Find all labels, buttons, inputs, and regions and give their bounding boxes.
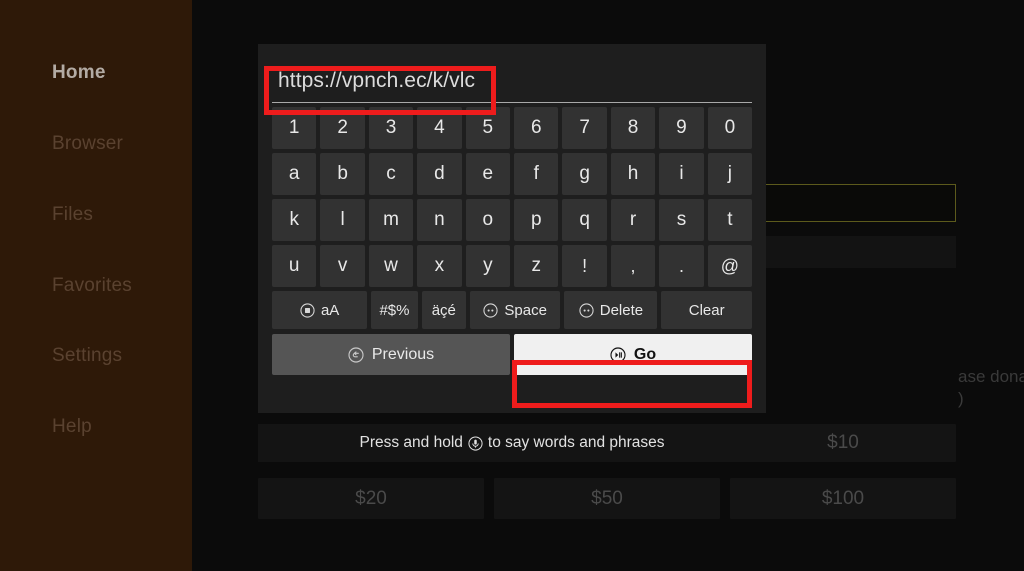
sidebar-item-help[interactable]: Help [0,416,192,438]
onscreen-keyboard-dialog: https://vpnch.ec/k/vlc 1 2 3 4 5 6 7 8 9… [258,44,766,413]
symbols-key-label: #$% [379,301,410,319]
delete-key-label: Delete [599,301,644,319]
key-s[interactable]: s [659,199,704,241]
donation-button[interactable]: $100 [730,478,956,519]
remote-button-icon [579,302,594,318]
key-e[interactable]: e [465,153,511,195]
sidebar-item-settings[interactable]: Settings [0,345,192,367]
delete-key[interactable]: Delete [564,291,658,329]
accents-key[interactable]: äçé [421,291,466,329]
key-m[interactable]: m [368,199,414,241]
key-4[interactable]: 4 [417,107,462,149]
key-u[interactable]: u [272,245,317,287]
key-0[interactable]: 0 [707,107,753,149]
key-n[interactable]: n [417,199,462,241]
key-z[interactable]: z [514,245,559,287]
key-k[interactable]: k [272,199,317,241]
space-key[interactable]: Space [469,291,561,329]
donation-button[interactable]: $50 [494,478,720,519]
key-2[interactable]: 2 [320,107,365,149]
key-comma[interactable]: , [610,245,656,287]
sidebar-item-files[interactable]: Files [0,204,192,226]
key-3[interactable]: 3 [368,107,414,149]
key-g[interactable]: g [562,153,607,195]
key-7[interactable]: 7 [562,107,607,149]
sidebar-nav: Home Browser Files Favorites Settings He… [0,0,192,571]
accents-key-label: äçé [431,301,456,319]
keyboard-row-a-j: a b c d e f g h i j [272,153,753,195]
key-i[interactable]: i [659,153,704,195]
remote-button-icon [483,302,498,318]
key-exclamation[interactable]: ! [562,245,607,287]
key-d[interactable]: d [417,153,462,195]
key-l[interactable]: l [320,199,365,241]
keyboard-row-k-t: k l m n o p q r s t [272,199,753,241]
sidebar-item-favorites[interactable]: Favorites [0,275,192,297]
key-w[interactable]: w [368,245,414,287]
play-pause-circle-icon [610,346,626,363]
clear-key-label: Clear [688,301,725,319]
key-a[interactable]: a [272,153,317,195]
background-url-field[interactable] [760,184,956,222]
voice-hint-text-before: Press and hold [359,434,463,451]
sidebar-item-home[interactable]: Home [0,62,192,84]
previous-button-label: Previous [371,345,435,363]
key-c[interactable]: c [368,153,414,195]
key-h[interactable]: h [610,153,656,195]
url-input-container: https://vpnch.ec/k/vlc [272,61,752,107]
go-button-label: Go [633,345,657,363]
keyboard-row-u-punctuation: u v w x y z ! , . @ [272,245,753,287]
case-toggle-label: aA [320,301,340,319]
donation-button[interactable]: $20 [258,478,484,519]
previous-button[interactable]: Previous [272,334,510,375]
background-note-line-2: ) [958,389,964,408]
clear-key[interactable]: Clear [661,291,752,329]
background-secondary-field[interactable] [760,236,956,268]
key-period[interactable]: . [659,245,704,287]
key-p[interactable]: p [514,199,559,241]
key-1[interactable]: 1 [272,107,317,149]
keyboard-action-row: Previous Go [272,334,752,375]
key-f[interactable]: f [514,153,559,195]
key-v[interactable]: v [320,245,365,287]
url-input[interactable]: https://vpnch.ec/k/vlc [272,61,752,101]
key-6[interactable]: 6 [514,107,559,149]
key-b[interactable]: b [320,153,365,195]
key-o[interactable]: o [465,199,511,241]
key-at-sign[interactable]: @ [707,245,753,287]
key-5[interactable]: 5 [465,107,511,149]
space-key-label: Space [504,301,547,319]
keyboard-layout-icon [300,302,315,318]
sidebar-item-browser[interactable]: Browser [0,133,192,155]
back-arrow-circle-icon [348,346,364,363]
url-input-underline [272,102,752,103]
go-button[interactable]: Go [514,334,752,375]
key-y[interactable]: y [465,245,511,287]
case-toggle-key[interactable]: aA [272,291,368,329]
key-j[interactable]: j [707,153,753,195]
key-9[interactable]: 9 [659,107,704,149]
voice-input-hint: Press and hold to say words and phrases [258,424,766,462]
voice-hint-text-after: to say words and phrases [487,434,665,451]
keyboard-row-digits: 1 2 3 4 5 6 7 8 9 0 [272,107,753,149]
key-q[interactable]: q [562,199,607,241]
key-8[interactable]: 8 [610,107,656,149]
symbols-key[interactable]: #$% [371,291,418,329]
keyboard-function-row: aA #$% äçé Space Delete Clear [272,291,752,329]
key-x[interactable]: x [417,245,462,287]
microphone-icon [468,435,483,451]
key-r[interactable]: r [610,199,656,241]
background-note-line-1: ase donation buttons: [958,367,1024,386]
key-t[interactable]: t [707,199,753,241]
